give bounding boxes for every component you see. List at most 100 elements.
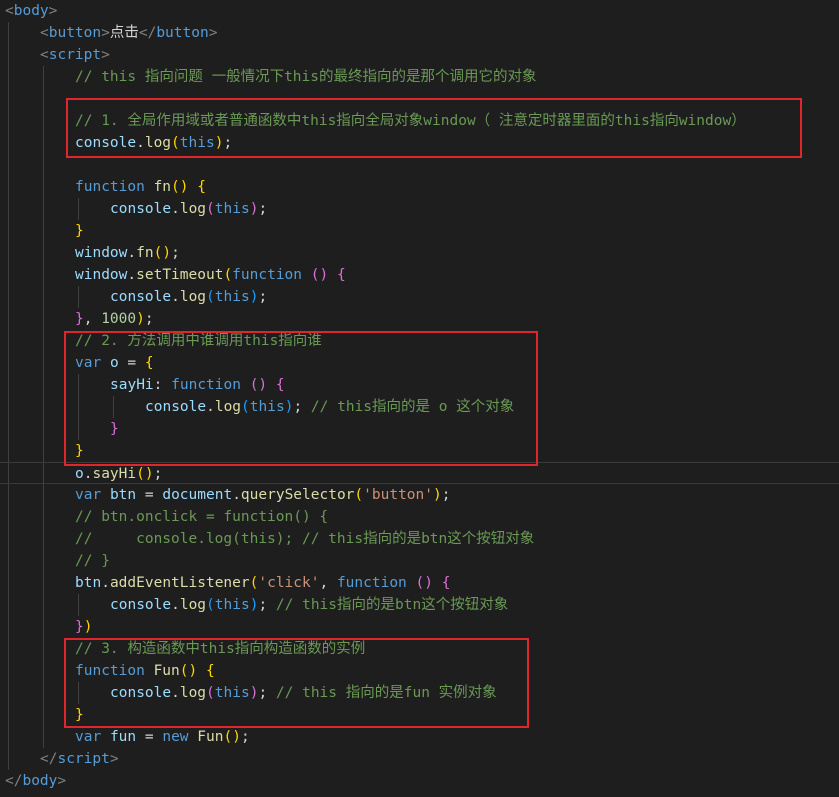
code-token: , [83, 311, 102, 327]
code-token: body [13, 3, 49, 19]
code-token: // } [75, 553, 110, 569]
code-editor[interactable]: <body> <button>点击</button> <script>// this… [0, 0, 839, 797]
code-token: setTimeout [136, 267, 224, 283]
code-line[interactable]: }, 1000); [0, 308, 839, 330]
code-token: this [214, 289, 250, 305]
code-token: () [171, 179, 189, 195]
code-token: ( [354, 487, 364, 503]
code-line[interactable]: // } [0, 550, 839, 572]
code-token: > [101, 47, 110, 63]
code-token: fn [153, 179, 172, 195]
code-token: ) [433, 487, 442, 503]
code-token: this [214, 201, 250, 217]
code-token: > [48, 3, 58, 19]
code-token: console [110, 201, 172, 217]
code-token: btn [75, 575, 102, 591]
code-token: { [336, 267, 346, 283]
code-token: ( [206, 289, 215, 305]
code-token: script [48, 47, 102, 63]
code-token: 'button' [363, 487, 433, 503]
code-token: > [208, 25, 218, 41]
code-token: { [441, 575, 451, 591]
code-line[interactable]: console.log(this); [0, 286, 839, 308]
code-token: ; [240, 729, 250, 745]
code-line[interactable]: window.fn(); [0, 242, 839, 264]
code-token: 1000 [101, 311, 137, 327]
code-line[interactable]: <button>点击</button> [0, 22, 839, 44]
code-line[interactable]: // console.log(this); // this指向的是btn这个按钮… [0, 528, 839, 550]
code-line[interactable]: <script> [0, 44, 839, 66]
code-line[interactable]: </script> [0, 748, 839, 770]
code-line[interactable]: <body> [0, 0, 839, 22]
code-token: btn [109, 487, 137, 503]
code-token: () [153, 245, 172, 261]
code-token: ( [206, 597, 215, 613]
code-token: . [171, 289, 180, 305]
code-line[interactable]: var btn = document.querySelector('button… [0, 484, 839, 506]
code-token: ; [258, 201, 268, 217]
code-token: sayHi [92, 466, 137, 482]
code-token: log [179, 289, 207, 305]
code-token: ( [206, 201, 215, 217]
code-token: function [75, 179, 145, 195]
code-line[interactable]: var fun = new Fun(); [0, 726, 839, 748]
code-token: ) [136, 311, 145, 327]
code-line[interactable]: } [0, 220, 839, 242]
code-token: document [162, 487, 233, 503]
highlight-box-global-scope [66, 98, 802, 158]
code-token: . [171, 597, 180, 613]
code-token: log [179, 597, 207, 613]
code-token: script [57, 751, 110, 767]
code-line[interactable]: console.log(this); // this指向的是btn这个按钮对象 [0, 594, 839, 616]
code-token: this [214, 597, 250, 613]
code-line[interactable]: // this 指向问题 一般情况下this的最终指向的是那个调用它的对象 [0, 66, 839, 88]
code-token: () [310, 267, 329, 283]
code-token: </ [40, 751, 58, 767]
code-token: fun [109, 729, 137, 745]
code-token: // this 指向问题 一般情况下this的最终指向的是那个调用它的对象 [75, 69, 537, 85]
code-token: ; [144, 311, 154, 327]
code-token: console [110, 597, 172, 613]
code-token: < [5, 3, 14, 19]
code-token: button [156, 25, 209, 41]
code-token: ; [171, 245, 180, 261]
code-token: > [101, 25, 110, 41]
code-line[interactable]: window.setTimeout(function () { [0, 264, 839, 286]
code-token: = [136, 487, 163, 503]
code-token: // console.log(this); // this指向的是btn这个按钮… [75, 531, 535, 547]
code-token: > [57, 773, 67, 789]
code-line[interactable]: </body> [0, 770, 839, 792]
code-line[interactable]: }) [0, 616, 839, 638]
code-line[interactable]: // btn.onclick = function() { [0, 506, 839, 528]
code-token: () [415, 575, 433, 591]
code-token: log [179, 201, 207, 217]
code-token: . [171, 201, 180, 217]
code-line[interactable]: console.log(this); [0, 198, 839, 220]
code-token: } [75, 223, 84, 239]
code-token: ; [258, 597, 276, 613]
code-token: // this指向的是btn这个按钮对象 [275, 597, 509, 613]
code-token: querySelector [240, 487, 355, 503]
code-token: window [75, 245, 128, 261]
code-token: = [136, 729, 163, 745]
code-token: Fun [197, 729, 224, 745]
code-token: button [48, 25, 102, 41]
code-line[interactable]: btn.addEventListener('click', function (… [0, 572, 839, 594]
code-token: o [75, 466, 84, 482]
code-line[interactable]: function fn() { [0, 176, 839, 198]
code-token: } [75, 619, 84, 635]
code-token: </ [5, 773, 23, 789]
code-token: fn [136, 245, 154, 261]
code-token: , [319, 575, 337, 591]
highlight-box-method-call [64, 331, 538, 466]
code-token: . [232, 487, 241, 503]
code-token: new [162, 729, 189, 745]
code-token: ; [153, 466, 163, 482]
